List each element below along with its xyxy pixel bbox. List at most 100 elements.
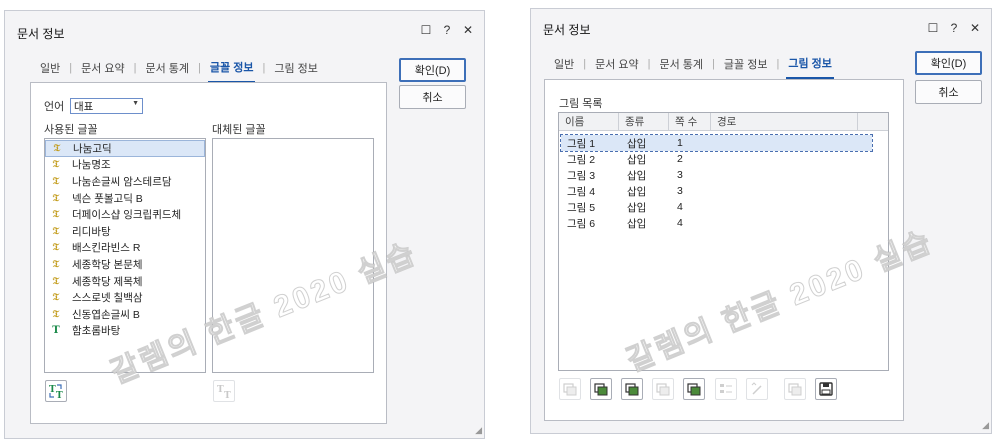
picture-front-button[interactable]: [590, 378, 612, 400]
table-row[interactable]: 그림 5 삽입 4: [561, 199, 872, 215]
cell-name: 그림 4: [567, 185, 596, 198]
table-row[interactable]: 그림 1 삽입 1: [560, 134, 873, 152]
tab-separator: |: [133, 62, 137, 74]
font-list-item[interactable]: 𝔗 나눔손글씨 암스테르담: [45, 173, 205, 190]
tab-separator: |: [262, 62, 266, 74]
used-fonts-label: 사용된 글꼴: [44, 124, 98, 136]
font-list-item[interactable]: 𝔗 배스킨라빈스 R: [45, 240, 205, 257]
picture-list-grid[interactable]: 이름 종류 쪽 수 경로 그림 1 삽입 1 그림 2 삽입 2 그림 3 삽입 3 그림 4 삽입…: [558, 112, 889, 371]
column-header-name[interactable]: 이름: [559, 113, 619, 130]
font-list-item[interactable]: 𝔗 나눔고딕: [45, 140, 205, 157]
dialog-title: 문서 정보: [17, 27, 65, 41]
tab-summary[interactable]: 문서 요약: [593, 56, 641, 78]
tab-summary[interactable]: 문서 요약: [79, 60, 127, 82]
close-icon[interactable]: ✕: [462, 23, 474, 37]
ok-button[interactable]: 확인(D): [915, 51, 982, 75]
cell-name: 그림 5: [567, 201, 596, 214]
tab-statistics[interactable]: 문서 통계: [658, 56, 706, 78]
font-replace-button[interactable]: T T: [45, 380, 67, 402]
font-name: 함초롬바탕: [72, 325, 121, 338]
column-header-type[interactable]: 종류: [619, 113, 669, 130]
tab-font-info[interactable]: 글꼴 정보: [207, 59, 256, 83]
font-name: 스스로넷 칠백삼: [72, 292, 143, 305]
cancel-button[interactable]: 취소: [399, 85, 466, 109]
substituted-fonts-list[interactable]: [212, 138, 374, 373]
dialog-title: 문서 정보: [543, 23, 591, 37]
cell-type: 삽입: [627, 137, 647, 150]
cell-name: 그림 2: [567, 153, 596, 166]
cell-name: 그림 6: [567, 217, 596, 230]
font-icon: 𝔗: [52, 275, 60, 287]
font-name: 나눔손글씨 암스테르담: [72, 175, 172, 188]
font-list-item[interactable]: 𝔗 세종학당 본문체: [45, 256, 205, 273]
comment-icon[interactable]: ☐: [927, 21, 939, 35]
picture-properties-button[interactable]: [715, 378, 737, 400]
font-list-item[interactable]: 𝔗 스스로넷 칠백삼: [45, 289, 205, 306]
column-header-page[interactable]: 쪽 수: [669, 113, 711, 130]
font-list-item[interactable]: 𝔗 넥슨 풋볼고딕 B: [45, 190, 205, 207]
table-row[interactable]: 그림 2 삽입 2: [561, 151, 872, 167]
font-icon: 𝔗: [53, 142, 61, 154]
insert-picture-button[interactable]: [559, 378, 581, 400]
font-icon: 𝔗: [52, 225, 60, 237]
picture-edit-button[interactable]: [746, 378, 768, 400]
picture-copy-button[interactable]: [652, 378, 674, 400]
font-name: 세종학당 본문체: [72, 258, 143, 271]
tab-general[interactable]: 일반: [552, 56, 576, 78]
comment-icon[interactable]: ☐: [420, 23, 432, 37]
column-header-filler: [858, 113, 888, 130]
font-swap-icon: T T: [217, 385, 231, 399]
picture-tool-icon: [819, 382, 833, 396]
font-list-item[interactable]: T 함초롬바탕: [45, 323, 205, 340]
tab-picture-info[interactable]: 그림 정보: [786, 55, 834, 79]
font-list-item[interactable]: 𝔗 더페이스샵 잉크립퀴드체: [45, 206, 205, 223]
cell-page: 3: [677, 169, 683, 181]
table-row[interactable]: 그림 3 삽입 3: [561, 167, 872, 183]
help-icon[interactable]: ?: [948, 21, 960, 35]
font-replace-disabled-button[interactable]: T T: [213, 380, 235, 402]
font-name: 리디바탕: [72, 225, 111, 238]
table-row[interactable]: 그림 6 삽입 4: [561, 215, 872, 231]
language-select[interactable]: 대표 ▼: [70, 98, 143, 114]
svg-text:T: T: [56, 391, 63, 399]
tab-font-info[interactable]: 글꼴 정보: [722, 56, 770, 78]
font-list-item[interactable]: 𝔗 나눔명조: [45, 157, 205, 174]
resize-grip-icon[interactable]: ◢: [982, 420, 989, 431]
font-list-item[interactable]: 𝔗 신동엽손글씨 B: [45, 306, 205, 323]
tab-separator: |: [583, 58, 587, 70]
tab-separator: |: [776, 58, 780, 70]
font-list-item[interactable]: 𝔗 세종학당 제목체: [45, 273, 205, 290]
used-fonts-list[interactable]: 𝔗 나눔고딕 𝔗 나눔명조 𝔗 나눔손글씨 암스테르담 𝔗 넥슨 풋볼고딕 B 𝔗 더페이스샵 잉…: [44, 138, 206, 373]
picture-tool-icon: [656, 383, 670, 396]
tab-statistics[interactable]: 문서 통계: [144, 60, 192, 82]
ok-button[interactable]: 확인(D): [399, 58, 466, 82]
close-icon[interactable]: ✕: [969, 21, 981, 35]
chevron-down-icon: ▼: [132, 100, 139, 107]
font-list-item[interactable]: 𝔗 리디바탕: [45, 223, 205, 240]
picture-tool-icon: [563, 383, 577, 396]
column-header-path[interactable]: 경로: [711, 113, 858, 130]
language-select-value: 대표: [74, 100, 94, 113]
help-icon[interactable]: ?: [441, 23, 453, 37]
tab-general[interactable]: 일반: [38, 60, 62, 82]
tab-separator: |: [712, 58, 715, 70]
picture-tool-icon: [751, 382, 762, 395]
font-name: 나눔고딕: [73, 142, 112, 155]
cell-name: 그림 3: [567, 169, 596, 182]
cell-page: 3: [677, 185, 683, 197]
tab-bar: 일반 | 문서 요약 | 문서 통계 | 글꼴 정보 | 그림 정보: [552, 55, 834, 79]
font-name: 신동엽손글씨 B: [72, 308, 140, 321]
picture-save-button[interactable]: [815, 378, 837, 400]
table-row[interactable]: 그림 4 삽입 3: [561, 183, 872, 199]
substituted-fonts-label: 대체된 글꼴: [212, 124, 266, 136]
resize-grip-icon[interactable]: ◢: [475, 425, 482, 436]
font-icon: 𝔗: [52, 292, 60, 304]
picture-duplicate-button[interactable]: [784, 378, 806, 400]
font-name: 배스킨라빈스 R: [72, 242, 141, 255]
picture-replace-button[interactable]: [683, 378, 705, 400]
picture-back-button[interactable]: [621, 378, 643, 400]
grid-header: 이름 종류 쪽 수 경로: [559, 113, 888, 131]
tab-picture-info[interactable]: 그림 정보: [272, 60, 320, 82]
svg-text:T: T: [224, 391, 231, 399]
cancel-button[interactable]: 취소: [915, 80, 982, 104]
